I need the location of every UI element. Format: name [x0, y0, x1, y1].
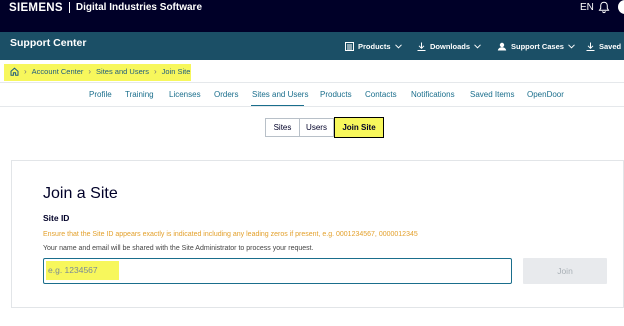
- share-notice: Your name and email will be shared with …: [43, 245, 314, 252]
- support-bar: Support Center Products Downloads Suppor…: [0, 32, 624, 60]
- downloads-menu[interactable]: Downloads: [417, 42, 481, 51]
- chevron-down-icon: [394, 44, 402, 49]
- secondary-nav: Profile Training Licenses Orders Sites a…: [0, 90, 624, 105]
- products-menu[interactable]: Products: [345, 42, 402, 51]
- nav-profile[interactable]: Profile: [89, 90, 112, 99]
- nav-saved-items[interactable]: Saved Items: [470, 90, 514, 99]
- saved-menu[interactable]: Saved: [586, 42, 621, 51]
- site-id-placeholder: e.g. 1234567: [48, 265, 98, 275]
- avatar[interactable]: [618, 0, 624, 14]
- site-id-label: Site ID: [43, 213, 70, 223]
- join-button[interactable]: Join: [523, 258, 607, 284]
- nav-divider: [0, 106, 624, 107]
- breadcrumb-account-center[interactable]: Account Center: [32, 67, 84, 76]
- segment-users[interactable]: Users: [299, 118, 334, 137]
- saved-icon: [586, 42, 595, 51]
- home-icon[interactable]: [10, 67, 19, 76]
- downloads-menu-label: Downloads: [430, 42, 471, 51]
- nav-products[interactable]: Products: [320, 90, 352, 99]
- brand-divider: [68, 2, 70, 13]
- nav-training[interactable]: Training: [125, 90, 154, 99]
- breadcrumb-separator: ›: [154, 67, 157, 76]
- breadcrumb-separator: ›: [24, 67, 27, 76]
- products-menu-label: Products: [358, 42, 391, 51]
- nav-opendoor[interactable]: OpenDoor: [527, 90, 564, 99]
- segment-sites[interactable]: Sites: [265, 118, 300, 137]
- nav-sites-and-users[interactable]: Sites and Users: [252, 90, 308, 99]
- siemens-logo: SIEMENS: [9, 1, 63, 14]
- saved-menu-label: Saved: [599, 42, 622, 51]
- support-center-title[interactable]: Support Center: [10, 37, 86, 49]
- product-name: Digital Industries Software: [75, 2, 203, 13]
- segment-join-site[interactable]: Join Site: [334, 117, 384, 138]
- bell-icon[interactable]: [598, 1, 610, 14]
- breadcrumb: › Account Center › Sites and Users › Joi…: [10, 67, 190, 76]
- breadcrumb-separator: ›: [88, 67, 92, 76]
- breadcrumb-sites-and-users[interactable]: Sites and Users: [96, 67, 149, 76]
- page-title: Join a Site: [43, 185, 118, 202]
- segmented-control: Sites Users Join Site: [265, 117, 384, 138]
- products-icon: [345, 42, 354, 51]
- chevron-down-icon: [474, 44, 481, 49]
- breadcrumb-join-site: Join Site: [161, 67, 191, 76]
- language-selector[interactable]: EN: [580, 2, 594, 13]
- nav-licenses[interactable]: Licenses: [169, 90, 201, 99]
- nav-notifications[interactable]: Notifications: [411, 90, 455, 99]
- top-bar: SIEMENS Digital Industries Software EN: [0, 0, 624, 32]
- brand[interactable]: SIEMENS Digital Industries Software: [9, 0, 202, 15]
- support-icon: [497, 42, 507, 51]
- chevron-down-icon: [568, 44, 575, 49]
- support-cases-menu[interactable]: Support Cases: [497, 42, 575, 51]
- nav-contacts[interactable]: Contacts: [365, 90, 397, 99]
- site-id-hint: Ensure that the Site ID appears exactly …: [43, 231, 418, 238]
- nav-orders[interactable]: Orders: [214, 90, 238, 99]
- download-icon: [417, 42, 426, 51]
- support-cases-menu-label: Support Cases: [511, 42, 564, 51]
